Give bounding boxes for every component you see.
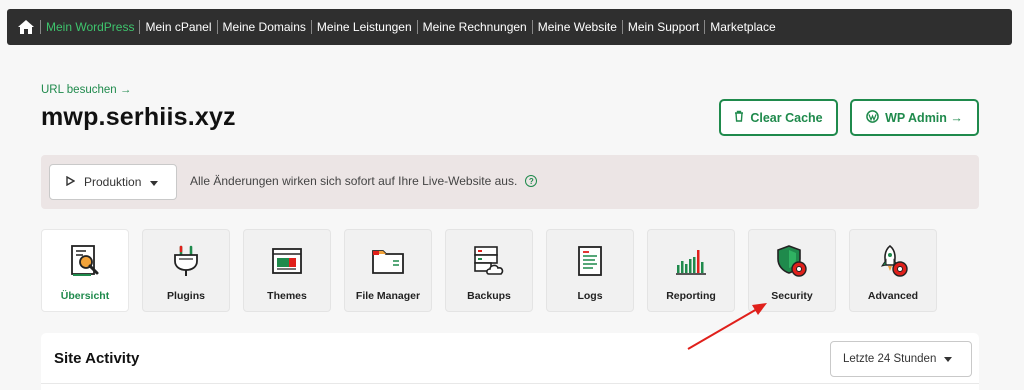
visit-url-link[interactable]: URL besuchen → bbox=[41, 84, 131, 96]
tab-label: Plugins bbox=[167, 290, 205, 302]
wp-admin-label: WP Admin → bbox=[885, 110, 963, 125]
caret-down-icon bbox=[944, 353, 953, 365]
environment-select[interactable]: Produktion bbox=[49, 164, 177, 200]
tab-label: Security bbox=[771, 290, 813, 302]
tab-themes[interactable]: Themes bbox=[243, 229, 331, 312]
top-navigation: Mein WordPress Mein cPanel Meine Domains… bbox=[7, 9, 1012, 45]
nav-meine-domains[interactable]: Meine Domains bbox=[216, 20, 311, 34]
divider bbox=[41, 383, 979, 384]
environment-value: Produktion bbox=[84, 175, 142, 189]
folder-icon bbox=[370, 243, 406, 279]
nav-marketplace[interactable]: Marketplace bbox=[704, 20, 780, 34]
environment-note-text: Alle Änderungen wirken sich sofort auf I… bbox=[190, 174, 518, 188]
page-title: mwp.serhiis.xyz bbox=[41, 103, 236, 131]
tab-advanced[interactable]: Advanced bbox=[849, 229, 937, 312]
clear-cache-label: Clear Cache bbox=[750, 110, 823, 125]
clear-cache-button[interactable]: Clear Cache bbox=[719, 99, 838, 136]
overview-icon bbox=[67, 243, 103, 279]
rocket-gear-icon bbox=[875, 243, 911, 279]
home-icon[interactable] bbox=[16, 17, 36, 37]
nav-meine-website[interactable]: Meine Website bbox=[531, 20, 622, 34]
server-cloud-icon bbox=[471, 243, 507, 279]
tab-backups[interactable]: Backups bbox=[445, 229, 533, 312]
theme-icon bbox=[269, 243, 305, 279]
feature-tabs: Übersicht Plugins Themes File Manager Ba… bbox=[41, 229, 937, 312]
nav-mein-wordpress[interactable]: Mein WordPress bbox=[40, 20, 139, 34]
tab-file-manager[interactable]: File Manager bbox=[344, 229, 432, 312]
tab-label: Logs bbox=[577, 290, 603, 302]
logs-icon bbox=[572, 243, 608, 279]
nav-meine-leistungen[interactable]: Meine Leistungen bbox=[310, 20, 417, 34]
nav-mein-support[interactable]: Mein Support bbox=[621, 20, 704, 34]
tab-label: Themes bbox=[267, 290, 307, 302]
tab-label: Backups bbox=[467, 290, 511, 302]
site-activity-panel: Site Activity Letzte 24 Stunden bbox=[41, 333, 979, 390]
play-icon bbox=[66, 175, 76, 189]
bar-chart-icon bbox=[673, 243, 709, 279]
tab-label: Advanced bbox=[867, 290, 919, 302]
nav-mein-cpanel[interactable]: Mein cPanel bbox=[139, 20, 216, 34]
tab-label: Übersicht bbox=[60, 290, 110, 302]
tab-security[interactable]: Security bbox=[748, 229, 836, 312]
help-icon[interactable]: ? bbox=[525, 175, 538, 187]
tab-label: File Manager bbox=[355, 290, 421, 302]
environment-note: Alle Änderungen wirken sich sofort auf I… bbox=[190, 174, 538, 188]
time-range-value: Letzte 24 Stunden bbox=[843, 353, 937, 365]
time-range-select[interactable]: Letzte 24 Stunden bbox=[830, 341, 972, 377]
plug-icon bbox=[168, 243, 204, 279]
shield-gear-icon bbox=[774, 243, 810, 279]
site-activity-title: Site Activity bbox=[54, 350, 140, 367]
wordpress-icon bbox=[866, 109, 879, 126]
tab-uebersicht[interactable]: Übersicht bbox=[41, 229, 129, 312]
tab-label: Reporting bbox=[666, 290, 716, 302]
environment-bar: Produktion Alle Änderungen wirken sich s… bbox=[41, 155, 979, 209]
tab-logs[interactable]: Logs bbox=[546, 229, 634, 312]
wp-admin-button[interactable]: WP Admin → bbox=[850, 99, 979, 136]
caret-down-icon bbox=[150, 175, 159, 189]
nav-meine-rechnungen[interactable]: Meine Rechnungen bbox=[416, 20, 532, 34]
tab-reporting[interactable]: Reporting bbox=[647, 229, 735, 312]
tab-plugins[interactable]: Plugins bbox=[142, 229, 230, 312]
trash-icon bbox=[734, 110, 744, 125]
